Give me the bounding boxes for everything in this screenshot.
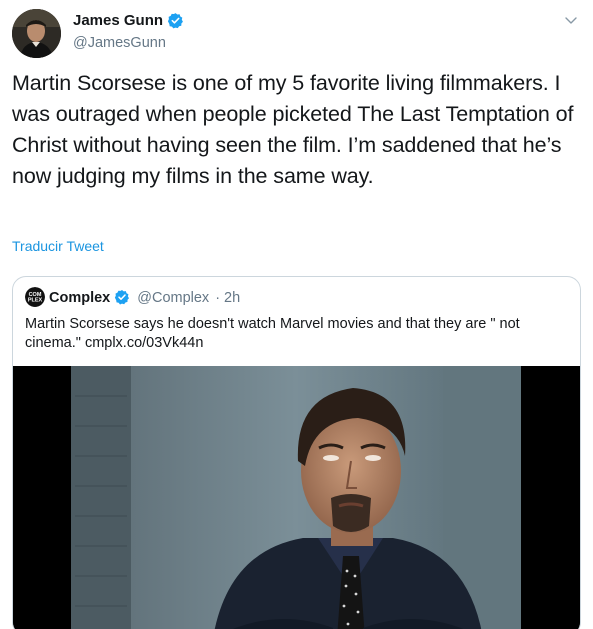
author-handle[interactable]: @JamesGunn [73,35,166,51]
author-name[interactable]: James Gunn [73,12,163,29]
quoted-avatar[interactable]: COM PLEX [25,287,45,307]
quoted-media-image[interactable] [13,366,580,629]
quoted-header: Complex @Complex · 2h [49,289,240,306]
quoted-tweet[interactable]: COM PLEX Complex @Complex · 2h Martin Sc… [12,276,581,629]
chevron-down-icon[interactable] [563,12,579,28]
svg-text:PLEX: PLEX [28,298,43,304]
tweet: James Gunn @JamesGunn Martin Scorsese is… [0,0,593,629]
author-name-row[interactable]: James Gunn [73,12,184,29]
verified-badge-icon [167,12,184,29]
tweet-text: Martin Scorsese is one of my 5 favorite … [12,71,574,188]
quoted-time[interactable]: 2h [224,290,240,306]
quoted-separator: · [215,289,221,306]
quoted-name[interactable]: Complex [49,290,110,306]
verified-badge-icon [114,289,131,306]
author-avatar[interactable] [12,9,61,58]
quoted-text: Martin Scorsese says he doesn't watch Ma… [25,316,520,351]
quoted-handle[interactable]: @Complex [137,290,209,306]
translate-tweet-link[interactable]: Traducir Tweet [12,238,104,254]
